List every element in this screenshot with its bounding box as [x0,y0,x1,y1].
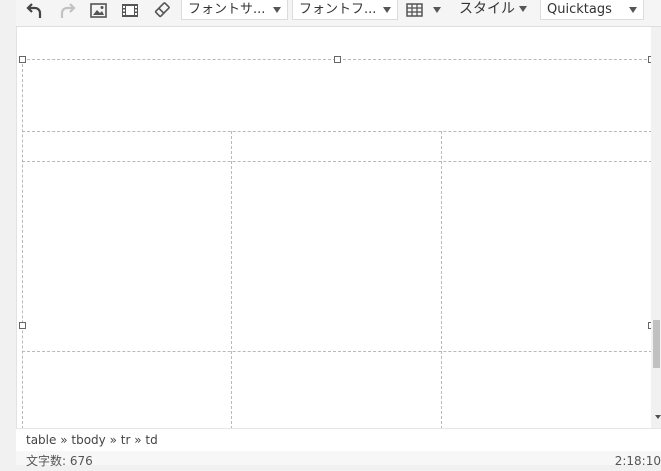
table-cell[interactable] [23,60,651,131]
style-menu-button[interactable]: スタイル [459,0,527,20]
table-cell[interactable] [23,352,231,428]
table-cell[interactable] [232,162,441,351]
table-cell[interactable] [23,162,231,351]
resize-handle-middle-left[interactable] [19,322,26,329]
font-size-label: フォントサ... [188,2,266,17]
path-separator: » [134,433,146,447]
font-size-select[interactable]: フォントサ... [181,0,288,20]
element-path: table » tbody » tr » td [26,429,158,451]
word-count-bar: 文字数: 676 2:18:10 [16,451,661,468]
table-cell[interactable] [23,132,231,161]
undo-icon[interactable] [24,0,46,20]
video-icon[interactable] [119,0,141,20]
word-count: 文字数: 676 [26,454,93,468]
path-separator: » [109,433,121,447]
chevron-down-icon [433,7,441,13]
table-cell[interactable] [232,352,441,428]
chevron-down-icon [629,7,637,13]
scroll-down-arrow-icon[interactable] [655,415,661,419]
path-item-tr[interactable]: tr [121,433,131,447]
font-family-label: フォントフ... [299,2,377,17]
table-menu-button[interactable] [406,0,444,20]
editor-content-area[interactable] [16,27,661,428]
path-item-td[interactable]: td [145,433,157,447]
quicktags-label: Quicktags [547,2,612,17]
table-cell[interactable] [442,162,651,351]
style-label: スタイル [459,1,515,17]
editor-toolbar: フォントサ... フォントフ... スタイル Quicktags [16,0,661,27]
quicktags-select[interactable]: Quicktags [540,0,644,20]
path-item-table[interactable]: table [26,433,56,447]
table-cell[interactable] [442,132,651,161]
editor-scrollbar[interactable] [651,27,661,428]
path-separator: » [60,433,72,447]
resize-handle-top-center[interactable] [334,56,341,63]
scrollbar-thumb[interactable] [653,320,660,368]
chevron-down-icon [519,6,527,12]
font-family-select[interactable]: フォントフ... [292,0,398,20]
redo-icon[interactable] [56,0,78,20]
table-icon [406,3,423,17]
chevron-down-icon [383,7,391,13]
eraser-icon[interactable] [151,0,173,20]
content-table[interactable] [19,56,661,428]
last-edited-time: 2:18:10 [614,454,661,468]
chevron-down-icon [273,7,281,13]
table-cell[interactable] [232,132,441,161]
element-path-bar: table » tbody » tr » td [16,428,661,452]
table-cell[interactable] [442,352,651,428]
image-icon[interactable] [87,0,109,20]
path-item-tbody[interactable]: tbody [71,433,105,447]
resize-handle-top-left[interactable] [19,56,26,63]
